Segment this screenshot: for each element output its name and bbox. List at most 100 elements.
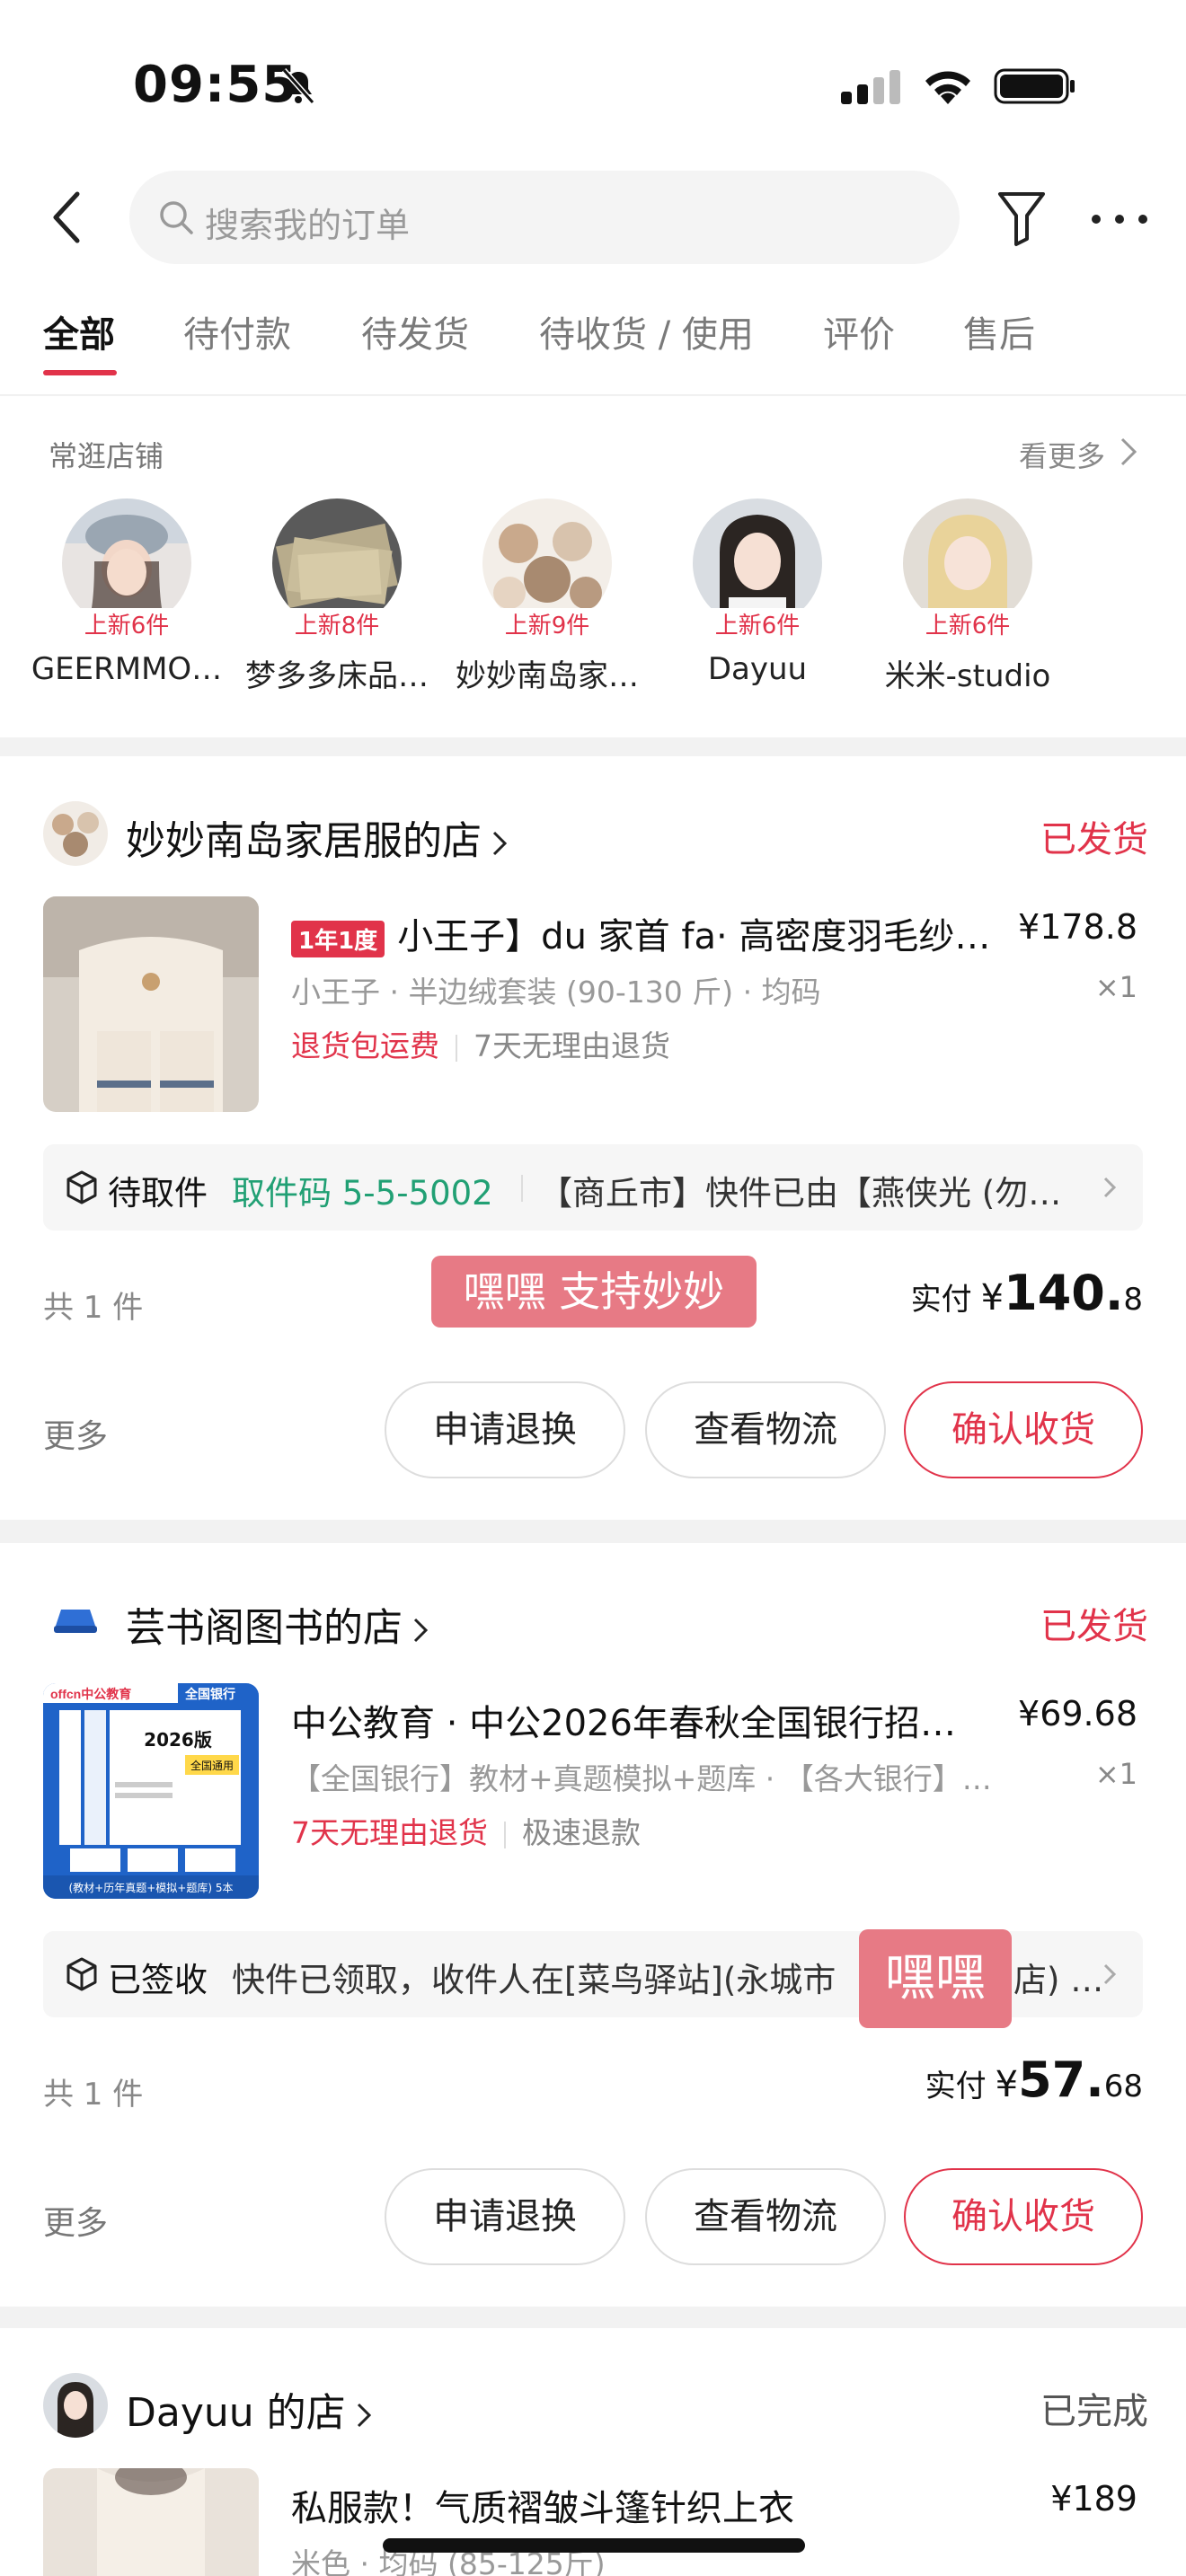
service-tags: 7天无理由退货 极速退款 xyxy=(291,1809,641,1852)
store-name[interactable]: Dayuu 的店 xyxy=(126,2380,373,2438)
status-bar: 09:55 xyxy=(0,0,1186,171)
logistics-divider xyxy=(521,1175,523,1202)
search-input[interactable]: 搜索我的订单 xyxy=(205,198,410,247)
shop-item[interactable]: 上新6件 米米-studio xyxy=(863,498,1073,695)
order-actions: 更多 申请退换 查看物流 确认收货 xyxy=(43,1381,1143,1480)
tag-divider xyxy=(504,1821,506,1848)
battery-icon xyxy=(994,68,1075,104)
return-exchange-button[interactable]: 申请退换 xyxy=(385,1381,625,1478)
store-avatar xyxy=(43,2373,108,2438)
search-bar[interactable]: 搜索我的订单 xyxy=(129,171,960,264)
more-button[interactable]: 更多 xyxy=(43,1410,108,1457)
logistics-bar[interactable]: 待取件 取件码 5-5-5002 【商丘市】快件已由【燕侠光 (勿… xyxy=(43,1144,1143,1231)
order-actions: 更多 申请退换 查看物流 确认收货 xyxy=(43,2168,1143,2267)
item-count: 共 1 件 xyxy=(43,1290,144,1326)
wifi-icon xyxy=(925,71,970,104)
tab-pending-receipt[interactable]: 待收货 / 使用 xyxy=(539,305,754,357)
view-logistics-button[interactable]: 查看物流 xyxy=(645,1381,886,1478)
more-button[interactable]: 更多 xyxy=(43,2197,108,2244)
logistics-state: 已签收 xyxy=(108,1961,208,1999)
order-total: 共 1 件 实付 ¥57.68 xyxy=(43,2051,1143,2123)
section-title: 常逛店铺 xyxy=(49,439,164,473)
book-brand: offcn中公教育 xyxy=(50,1687,131,1701)
store-header[interactable]: 芸书阁图书的店 已发货 xyxy=(43,1588,1148,1653)
filter-icon[interactable] xyxy=(996,189,1048,248)
paid-decimal: 68 xyxy=(1103,2069,1143,2104)
tab-review[interactable]: 评价 xyxy=(823,305,895,357)
product-title-text: 小王子】du 家首 fa· 高密度羽毛纱… xyxy=(397,916,991,957)
book-badge: 全国通用 xyxy=(190,1759,234,1772)
back-icon[interactable] xyxy=(47,189,86,246)
tab-pending-payment[interactable]: 待付款 xyxy=(183,305,291,357)
store-name-text: Dayuu 的店 xyxy=(126,2390,346,2436)
logistics-text: 快件已领取，收件人在[菜鸟驿站](永城市 xyxy=(232,1961,836,1999)
store-name[interactable]: 芸书阁图书的店 xyxy=(126,1595,429,1653)
product-quantity: ×1 xyxy=(1094,1757,1137,1791)
product-title[interactable]: 中公教育 · 中公2026年春秋全国银行招… xyxy=(291,1694,992,1746)
book-series: 全国银行 xyxy=(184,1687,235,1702)
active-tab-indicator xyxy=(43,370,117,375)
chevron-right-icon xyxy=(413,1618,429,1643)
store-name-text: 芸书阁图书的店 xyxy=(126,1605,403,1651)
confirm-receipt-button[interactable]: 确认收货 xyxy=(904,2168,1143,2265)
store-avatar xyxy=(43,1588,108,1653)
new-items-badge: 上新8件 xyxy=(277,608,397,644)
shop-item[interactable]: 上新6件 GEERMMO… xyxy=(22,498,232,687)
shop-name: 米米-studio xyxy=(884,658,1051,694)
product-image[interactable] xyxy=(43,2468,259,2576)
order-tabs: 全部 待付款 待发货 待收货 / 使用 评价 售后 xyxy=(0,305,1186,395)
order-status: 已发货 xyxy=(1040,819,1148,860)
shop-item[interactable]: 上新8件 梦多多床品… xyxy=(232,498,442,695)
shop-name: 梦多多床品… xyxy=(245,658,429,694)
view-logistics-button[interactable]: 查看物流 xyxy=(645,2168,886,2265)
pickup-code: 取件码 5-5-5002 xyxy=(232,1174,493,1213)
currency-symbol: ¥ xyxy=(980,1277,1005,1319)
chevron-right-icon xyxy=(357,2403,371,2428)
frequent-shops: 常逛店铺 看更多 上新6件 GEERMMO… 上新8件 梦多多床品… 上新9件 … xyxy=(0,396,1186,737)
new-items-badge: 上新6件 xyxy=(697,608,818,644)
service-tag: 7天无理由退货 xyxy=(291,1815,488,1850)
shop-item[interactable]: 上新6件 Dayuu xyxy=(652,498,863,687)
more-dots-icon[interactable] xyxy=(1089,208,1150,230)
product-image[interactable]: offcn中公教育 全国银行 2026版 全国通用 (教材+历年真题+模拟+题库… xyxy=(43,1683,259,1899)
new-items-badge: 上新6件 xyxy=(66,608,187,644)
paid-decimal: 8 xyxy=(1123,1282,1143,1318)
service-tag: 退货包运费 xyxy=(291,1028,439,1063)
logistics-text: 【商丘市】快件已由【燕侠光 (勿… xyxy=(539,1174,1062,1213)
paid-integer: 57. xyxy=(1018,2051,1104,2108)
chevron-right-icon xyxy=(492,831,508,856)
service-tags: 退货包运费 7天无理由退货 xyxy=(291,1022,670,1065)
overlay-sticker-text: 嘿嘿 xyxy=(859,1929,1012,2028)
home-indicator xyxy=(383,2538,805,2553)
paid-amount: 实付 ¥57.68 xyxy=(925,2051,1143,2108)
product-title[interactable]: 私服款！气质褶皱斗篷针织上衣 xyxy=(291,2479,992,2531)
store-header[interactable]: 妙妙南岛家居服的店 已发货 xyxy=(43,801,1148,866)
store-name[interactable]: 妙妙南岛家居服的店 xyxy=(126,808,509,866)
order-status: 已发货 xyxy=(1040,1606,1148,1647)
chevron-right-icon[interactable] xyxy=(1118,436,1139,468)
chevron-right-icon xyxy=(1103,1177,1117,1198)
shop-name: Dayuu xyxy=(707,651,808,687)
order-card: 妙妙南岛家居服的店 已发货 1年1度 小王子】du 家首 fa· 高密度羽毛纱… … xyxy=(0,756,1186,1520)
return-exchange-button[interactable]: 申请退换 xyxy=(385,2168,625,2265)
shop-item[interactable]: 上新9件 妙妙南岛家… xyxy=(442,498,652,695)
paid-amount: 实付 ¥140.8 xyxy=(911,1265,1143,1321)
store-header[interactable]: Dayuu 的店 已完成 xyxy=(43,2373,1148,2438)
product-price: ¥189 xyxy=(1050,2479,1137,2519)
product-price: ¥178.8 xyxy=(1018,907,1137,947)
status-time: 09:55 xyxy=(133,56,298,114)
see-more-link[interactable]: 看更多 xyxy=(1019,434,1105,475)
item-count: 共 1 件 xyxy=(43,2077,144,2113)
confirm-receipt-button[interactable]: 确认收货 xyxy=(904,1381,1143,1478)
logistics-text-tail: 店) … xyxy=(1013,1961,1104,1999)
new-items-badge: 上新6件 xyxy=(907,608,1028,644)
order-status: 已完成 xyxy=(1040,2391,1148,2432)
chevron-right-icon xyxy=(1103,1963,1117,1985)
product-image[interactable] xyxy=(43,896,259,1112)
tab-after-sales[interactable]: 售后 xyxy=(963,305,1035,357)
paid-integer: 140. xyxy=(1004,1265,1124,1321)
product-title[interactable]: 1年1度 小王子】du 家首 fa· 高密度羽毛纱… xyxy=(291,907,992,959)
currency-symbol: ¥ xyxy=(995,2064,1019,2105)
tab-pending-shipment[interactable]: 待发货 xyxy=(361,305,469,357)
tab-all[interactable]: 全部 xyxy=(43,305,115,357)
